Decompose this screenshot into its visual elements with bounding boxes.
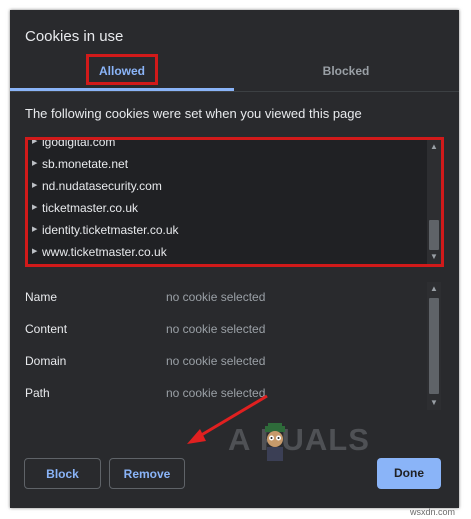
cookies-dialog: Cookies in use Allowed Blocked The follo… (10, 10, 459, 508)
block-button[interactable]: Block (24, 458, 101, 489)
credit-watermark: wsxdn.com (410, 507, 456, 517)
done-button[interactable]: Done (377, 458, 441, 489)
annotation-arrow (187, 394, 268, 444)
remove-button[interactable]: Remove (109, 458, 185, 489)
